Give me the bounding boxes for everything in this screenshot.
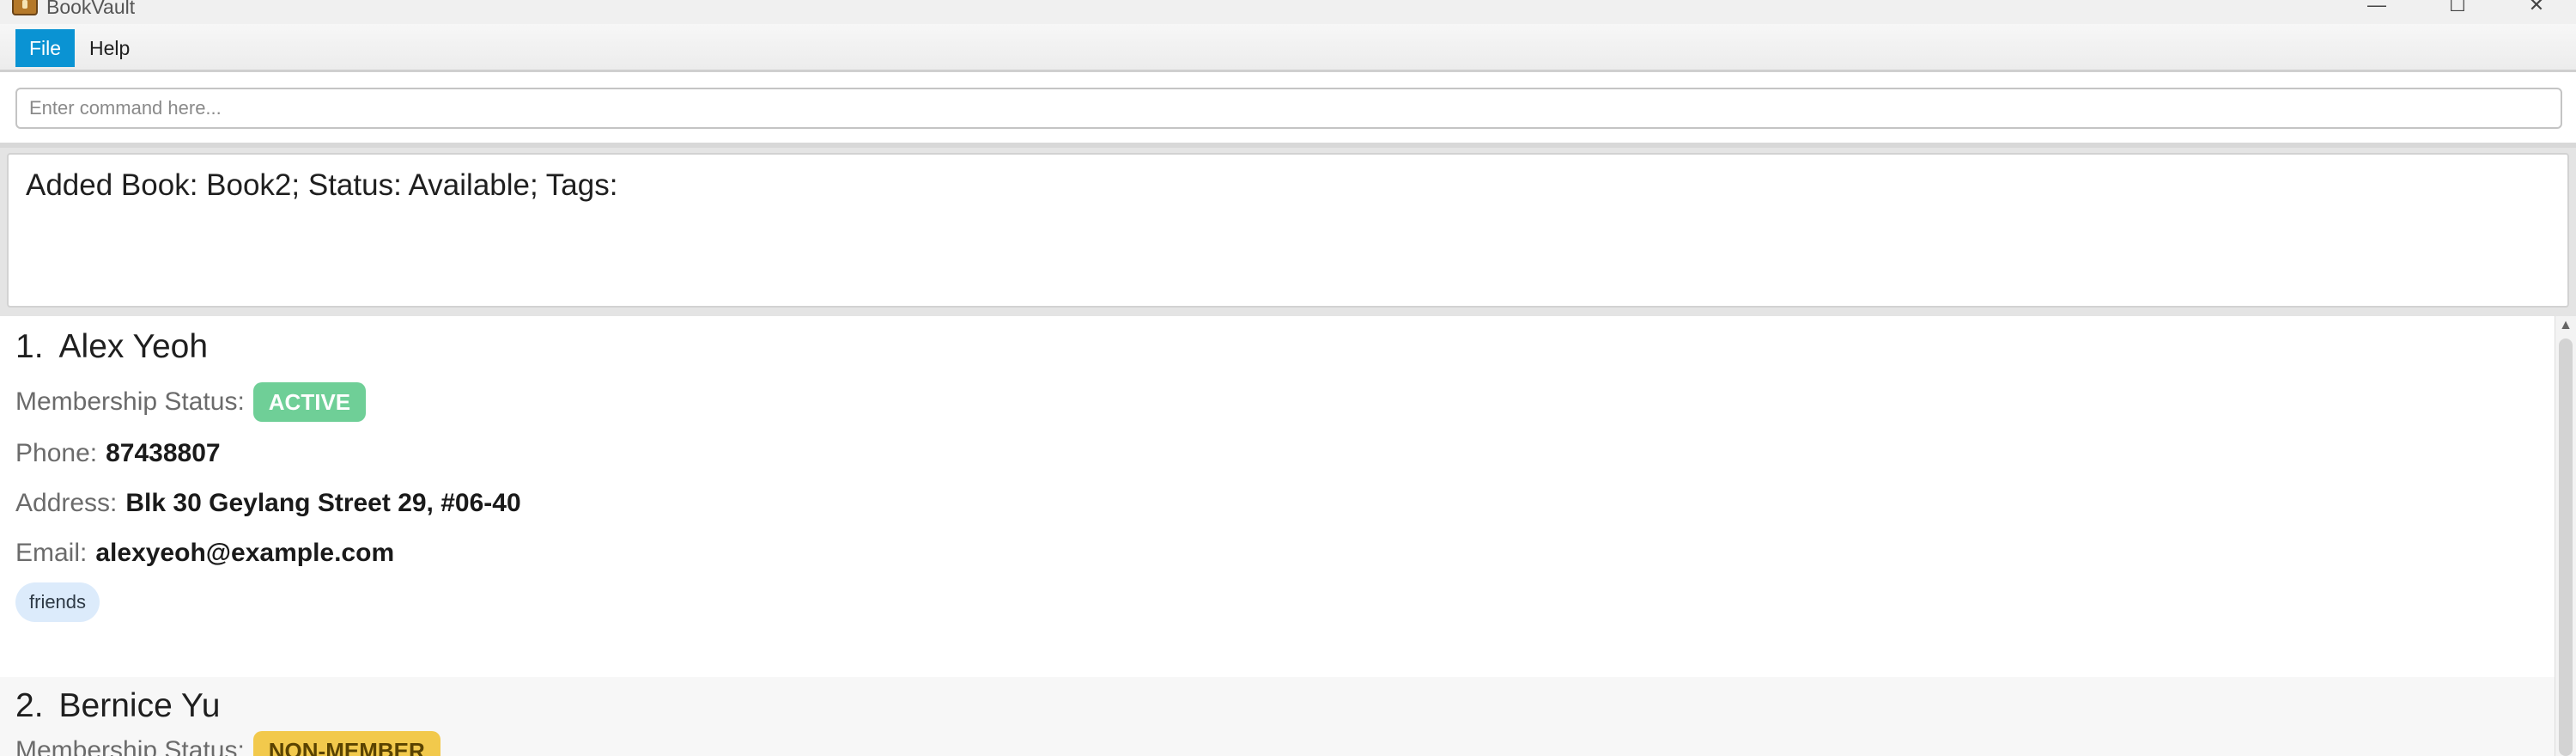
close-button[interactable]: ✕ (2511, 0, 2562, 17)
person-name-line: 1. Alex Yeoh (15, 328, 208, 366)
address-row: Address: Blk 30 Geylang Street 29, #06-4… (15, 485, 521, 522)
email-value: alexyeoh@example.com (95, 539, 395, 567)
result-display-panel: Added Book: Book2; Status: Available; Ta… (0, 148, 2576, 316)
membership-label: Membership Status: (15, 736, 245, 756)
person-index: 1. (15, 328, 44, 365)
chevron-up-icon[interactable]: ▲ (2555, 318, 2576, 335)
person-card[interactable]: 2. Bernice Yu Membership Status: NON-MEMB… (0, 677, 2555, 756)
phone-label: Phone: (15, 439, 98, 467)
scroll-thumb[interactable] (2559, 338, 2573, 756)
command-box (0, 72, 2576, 148)
person-card[interactable]: 1. Alex Yeoh Membership Status: ACTIVE Ph… (0, 316, 2555, 677)
membership-badge: NON-MEMBER (252, 731, 440, 756)
person-name-line: 2. Bernice Yu (15, 687, 220, 725)
membership-row: Membership Status: ACTIVE (15, 382, 367, 422)
result-display: Added Book: Book2; Status: Available; Ta… (7, 153, 2569, 308)
email-row: Email: alexyeoh@example.com (15, 534, 394, 572)
bookvault-window: BookVault — ☐ ✕ File Help Added Book: Bo… (0, 0, 2576, 756)
address-label: Address: (15, 489, 118, 517)
app-book-icon (12, 0, 38, 15)
maximize-button[interactable]: ☐ (2432, 0, 2483, 17)
membership-row: Membership Status: NON-MEMBER (15, 731, 440, 756)
menu-file[interactable]: File (15, 29, 76, 67)
list-scrollbar[interactable]: ▲ (2555, 316, 2576, 756)
membership-badge: ACTIVE (252, 382, 367, 422)
email-label: Email: (15, 539, 88, 567)
menu-help[interactable]: Help (76, 29, 143, 67)
membership-label: Membership Status: (15, 387, 245, 416)
address-value: Blk 30 Geylang Street 29, #06-40 (125, 489, 521, 517)
phone-value: 87438807 (106, 439, 221, 467)
minimize-button[interactable]: — (2351, 0, 2403, 17)
person-list[interactable]: 1. Alex Yeoh Membership Status: ACTIVE Ph… (0, 316, 2576, 756)
menu-bar: File Help (0, 24, 2576, 72)
person-name: Bernice Yu (58, 687, 221, 724)
title-bar: BookVault — ☐ ✕ (0, 0, 2576, 24)
command-input[interactable] (15, 88, 2562, 129)
tag-chip: friends (15, 582, 100, 622)
phone-row: Phone: 87438807 (15, 435, 221, 472)
window-title: BookVault (46, 0, 136, 18)
person-name: Alex Yeoh (58, 328, 209, 365)
person-index: 2. (15, 687, 44, 724)
